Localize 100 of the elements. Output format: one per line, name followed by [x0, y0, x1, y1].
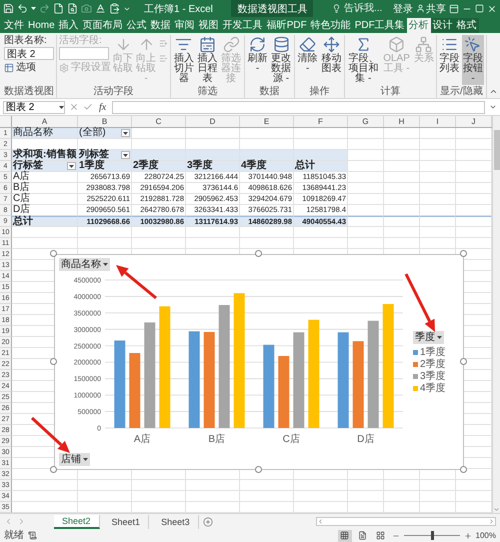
filter-dropdown[interactable] [121, 151, 130, 159]
table-icon [4, 62, 14, 72]
ribbon-tab[interactable]: 页面布局 [80, 18, 125, 33]
font-color-icon[interactable] [95, 3, 106, 14]
scroll-right-icon[interactable] [488, 518, 495, 525]
table-cell [384, 227, 420, 238]
horizontal-scrollbar[interactable] [316, 517, 496, 526]
ribbon-button[interactable]: 移动图表 [320, 35, 342, 75]
tell-me-field[interactable]: 告诉我... [344, 3, 390, 14]
ribbon-button[interactable]: 更改数据源 - [270, 35, 292, 85]
macro-icon[interactable] [28, 531, 37, 540]
table-cell [294, 150, 348, 161]
scroll-down-icon[interactable] [493, 506, 500, 513]
ribbon-tab[interactable]: 公式 [124, 18, 149, 33]
axis-label: A店 [134, 434, 151, 445]
vertical-scrollbar[interactable] [492, 116, 500, 513]
column-header[interactable]: C [132, 116, 186, 127]
ribbon-button[interactable]: 插入切片器 [173, 35, 195, 85]
sheet-tab[interactable]: Sheet2 [54, 514, 100, 528]
view-button[interactable] [338, 530, 352, 542]
ribbon-tab[interactable]: 设计 [430, 18, 455, 33]
close-icon[interactable] [487, 4, 497, 14]
ribbon-button[interactable]: 插入日程表 [196, 35, 218, 85]
column-header[interactable]: B [78, 116, 132, 127]
text-field[interactable]: 图表 2 [4, 47, 54, 60]
column-header[interactable]: F [294, 116, 348, 127]
name-box[interactable]: 图表 2 [3, 100, 65, 114]
check-icon[interactable] [83, 102, 93, 112]
maximize-icon[interactable] [475, 4, 484, 13]
save-icon[interactable] [3, 3, 14, 14]
legend-label: 1季度 [420, 346, 446, 358]
ribbon-tab[interactable]: 福昕PDF [264, 18, 309, 33]
collapse-icon[interactable] [488, 87, 498, 96]
legend-field-button[interactable]: 季度 [413, 330, 444, 344]
table-cell [132, 227, 186, 238]
ribbon-button[interactable]: 刷新 - [246, 35, 268, 75]
chart-field-button[interactable]: 商品名称 [59, 258, 110, 271]
ribbon-button[interactable]: 字段按钮 - [462, 35, 484, 85]
add-sheet-icon[interactable] [202, 516, 213, 526]
ribbon-tab[interactable]: 审阅 [172, 18, 197, 33]
caret-icon [83, 458, 88, 461]
filter-dropdown[interactable] [121, 129, 130, 137]
table-cell [78, 480, 132, 491]
table-cell [420, 491, 456, 502]
table-cell [12, 139, 78, 150]
column-header[interactable]: H [384, 116, 420, 127]
ribbon-tab[interactable]: 文件 [2, 18, 26, 33]
table-cell: D店 [12, 205, 78, 216]
column-header[interactable]: A [12, 116, 78, 127]
cell-text: 行标签 [13, 161, 43, 171]
share-button[interactable]: 共享 [416, 2, 446, 16]
paste-icon[interactable] [109, 3, 120, 14]
ribbon-options-icon[interactable] [449, 4, 459, 14]
ribbon-tab[interactable]: 开发工具 [220, 18, 265, 33]
ribbon-button[interactable]: 清除 - [297, 35, 318, 75]
undo-icon[interactable] [17, 3, 28, 14]
formula-field[interactable] [112, 100, 485, 114]
ribbon-button[interactable]: 字段列表 [438, 35, 460, 75]
file-icon[interactable] [53, 3, 64, 14]
table-cell [348, 469, 384, 480]
ribbon-tab[interactable]: 数据 [148, 18, 173, 33]
cancel-icon[interactable] [69, 102, 79, 112]
table-cell [420, 480, 456, 491]
ribbon-tab[interactable]: 格式 [454, 18, 479, 33]
print-preview-icon[interactable] [67, 3, 78, 14]
filter-dropdown[interactable] [67, 162, 76, 170]
scroll-left-icon[interactable] [317, 518, 324, 525]
caret-icon [103, 263, 108, 266]
ribbon-tab[interactable]: 插入 [56, 18, 81, 33]
table-cell: B店 [12, 183, 78, 194]
table-cell [456, 183, 492, 194]
column-header[interactable]: E [240, 116, 294, 127]
field-label: 图表名称: [4, 35, 48, 46]
ribbon-tab[interactable]: 特色功能 [308, 18, 353, 33]
column-header[interactable]: I [420, 116, 456, 127]
table-cell [348, 216, 384, 227]
ribbon-tab[interactable]: 分析 [406, 18, 431, 33]
insert-function-button[interactable]: fx [97, 102, 108, 112]
column-header[interactable]: G [348, 116, 384, 127]
ribbon-tab[interactable]: 视图 [196, 18, 221, 33]
table-cell [240, 150, 294, 161]
ribbon-tab[interactable]: Home [26, 18, 57, 33]
ribbon-button[interactable]: 字段、项目和集 - [347, 35, 380, 85]
table-cell: 1季度 [78, 161, 132, 172]
cell-text: 列标签 [79, 150, 109, 160]
zoom-in-icon[interactable] [464, 532, 472, 540]
axis-field-button[interactable]: 店铺 [59, 453, 90, 466]
ribbon-tab[interactable]: PDF工具集 [352, 18, 407, 33]
sign-in-link[interactable]: 登录 [393, 2, 413, 16]
column-header[interactable]: D [186, 116, 240, 127]
table-cell [294, 139, 348, 150]
redo-icon[interactable] [39, 3, 50, 14]
expand-icon[interactable] [489, 103, 497, 111]
camera-icon[interactable] [81, 3, 92, 14]
group-title: 活动字段 [92, 86, 135, 98]
table-cell [12, 238, 78, 249]
group-title: 筛选 [196, 86, 218, 98]
ribbon-button[interactable]: 选项 [4, 62, 54, 73]
table-cell [78, 469, 132, 480]
zoom-thumb[interactable] [430, 531, 434, 540]
